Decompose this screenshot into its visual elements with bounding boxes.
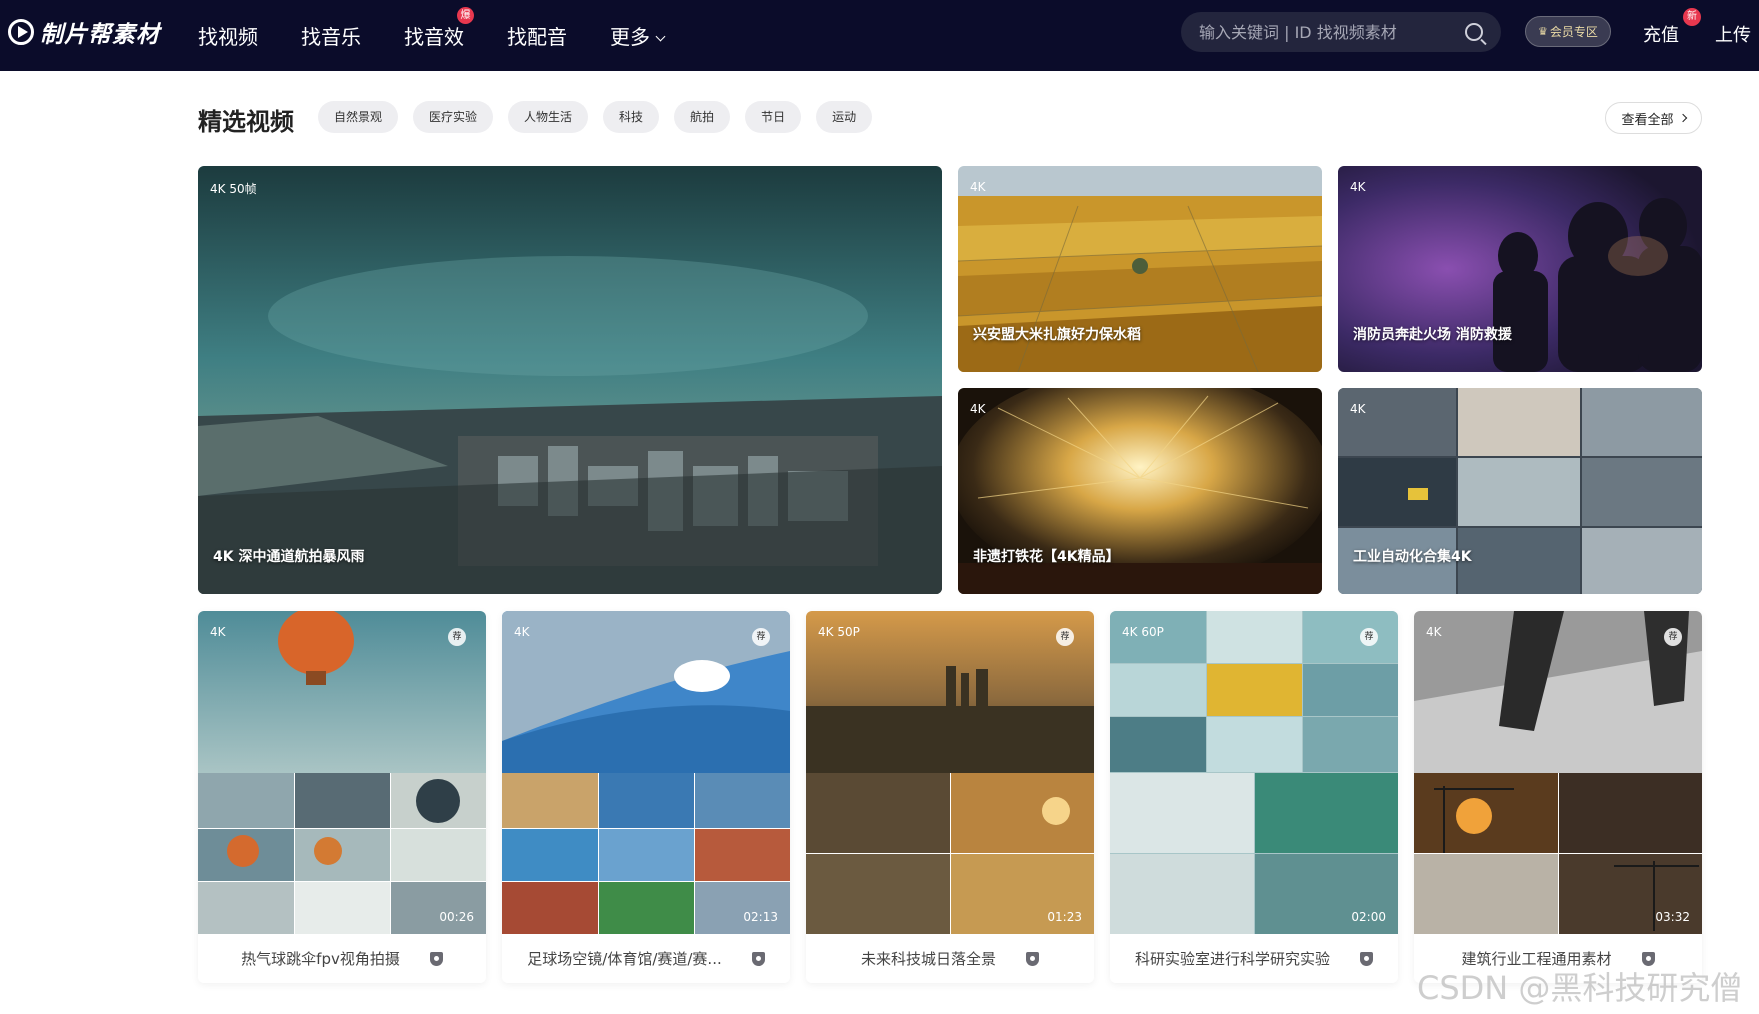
recommend-badge-icon: 荐	[448, 628, 466, 646]
nav-find-voiceover[interactable]: 找配音	[507, 21, 567, 50]
new-badge: 新	[1683, 8, 1701, 26]
video-card[interactable]: 4K 荐 00:26 热气球跳伞fpv视角拍摄	[198, 611, 486, 983]
nav-find-music[interactable]: 找音乐	[301, 21, 361, 50]
video-title: 非遗打铁花【4K精品】	[973, 549, 1120, 565]
caption-text: 科研实验室进行科学研究实验	[1134, 950, 1330, 968]
resolution-label: 4K 60P	[1122, 625, 1164, 639]
resolution-label: 4K	[970, 402, 986, 416]
nav-label: 找音效	[404, 25, 464, 49]
video-thumbnail	[806, 611, 1094, 934]
site-logo[interactable]: 制片帮素材	[8, 15, 160, 49]
top-navbar: 制片帮素材 找视频 找音乐 找音效 爆 找配音 更多 ♛ 会员专区 充值 新 上…	[0, 0, 1759, 71]
video-media: 4K 荐 00:26	[198, 611, 486, 934]
tag-nature[interactable]: 自然景观	[318, 101, 399, 133]
resolution-label: 4K	[514, 625, 530, 639]
tag-sports[interactable]: 运动	[816, 101, 873, 133]
video-card[interactable]: 4K 60P 荐 02:00 科研实验室进行科学研究实验	[1110, 611, 1398, 983]
vip-zone-button[interactable]: ♛ 会员专区	[1525, 16, 1611, 47]
nav-label: 找音乐	[301, 25, 361, 49]
video-title: 兴安盟大米扎旗好力保水稻	[973, 327, 1141, 343]
search-icon[interactable]	[1465, 23, 1483, 41]
view-all-label: 查看全部	[1621, 112, 1674, 128]
video-card[interactable]: 4K 非遗打铁花【4K精品】	[958, 388, 1322, 594]
video-thumbnail	[198, 611, 486, 934]
main-nav: 找视频 找音乐 找音效 爆 找配音 更多	[198, 0, 707, 71]
resolution-label: 4K	[1350, 402, 1366, 416]
recommend-badge-icon: 荐	[1360, 628, 1378, 646]
caption-text: 未来科技城日落全景	[860, 950, 996, 968]
section-title: 精选视频	[198, 108, 294, 136]
resolution-label: 4K	[1426, 625, 1442, 639]
video-card[interactable]: 4K 消防员奔赴火场 消防救援	[1338, 166, 1702, 372]
video-title: 消防员奔赴火场 消防救援	[1353, 327, 1512, 343]
search-input[interactable]	[1199, 22, 1465, 42]
caption-text: 热气球跳伞fpv视角拍摄	[241, 950, 400, 968]
video-card[interactable]: 4K 荐 02:13 足球场空镜/体育馆/赛道/赛...	[502, 611, 790, 983]
license-shield-icon	[429, 951, 443, 966]
video-caption: 足球场空镜/体育馆/赛道/赛...	[502, 934, 790, 983]
view-all-button[interactable]: 查看全部	[1605, 102, 1702, 134]
video-card[interactable]: 4K 50P 荐 01:23 未来科技城日落全景	[806, 611, 1094, 983]
chevron-right-icon	[1678, 113, 1687, 123]
duration-label: 02:13	[743, 910, 778, 924]
license-shield-icon	[751, 951, 765, 966]
duration-label: 03:32	[1655, 910, 1690, 924]
video-media: 4K 60P 荐 02:00	[1110, 611, 1398, 934]
play-logo-icon	[8, 19, 34, 45]
recommend-badge-icon: 荐	[752, 628, 770, 646]
video-caption: 科研实验室进行科学研究实验	[1110, 934, 1398, 983]
nav-more[interactable]: 更多	[610, 21, 666, 50]
video-thumbnail	[198, 166, 942, 594]
video-title: 工业自动化合集4K	[1353, 549, 1472, 565]
caption-text: 足球场空镜/体育馆/赛道/赛...	[527, 950, 722, 968]
video-media: 4K 荐 02:13	[502, 611, 790, 934]
watermark: CSDN @黑科技研究僧	[1417, 969, 1743, 1007]
video-media: 4K 50P 荐 01:23	[806, 611, 1094, 934]
tag-festival[interactable]: 节日	[745, 101, 802, 133]
logo-text: 制片帮素材	[40, 22, 160, 48]
search-bar	[1181, 12, 1501, 52]
nav-find-video[interactable]: 找视频	[198, 21, 258, 50]
video-thumbnail	[1110, 611, 1398, 934]
resolution-label: 4K	[210, 625, 226, 639]
nav-label: 更多	[610, 25, 650, 49]
license-shield-icon	[1360, 951, 1373, 966]
recharge-button[interactable]: 充值 新	[1643, 8, 1701, 47]
tag-people-life[interactable]: 人物生活	[508, 101, 589, 133]
vip-label: 会员专区	[1549, 25, 1598, 39]
video-thumbnail	[502, 611, 790, 934]
recommend-badge-icon: 荐	[1664, 628, 1682, 646]
video-card[interactable]: 4K 荐 03:32 建筑行业工程通用素材	[1414, 611, 1702, 983]
video-caption: 热气球跳伞fpv视角拍摄	[198, 934, 486, 983]
crown-icon: ♛	[1538, 25, 1548, 38]
tag-technology[interactable]: 科技	[603, 101, 660, 133]
video-card[interactable]: 4K 兴安盟大米扎旗好力保水稻	[958, 166, 1322, 372]
duration-label: 00:26	[439, 910, 474, 924]
recommend-badge-icon: 荐	[1056, 628, 1074, 646]
duration-label: 01:23	[1047, 910, 1082, 924]
video-media: 4K 荐 03:32	[1414, 611, 1702, 934]
resolution-label: 4K	[1350, 180, 1366, 194]
upload-button[interactable]: 上传	[1715, 21, 1751, 47]
nav-label: 找配音	[507, 25, 567, 49]
hot-badge: 爆	[457, 7, 474, 24]
video-thumbnail	[1414, 611, 1702, 934]
license-shield-icon	[1026, 951, 1039, 966]
chevron-down-icon	[655, 31, 666, 42]
resolution-label: 4K	[970, 180, 986, 194]
video-title: 4K 深中通道航拍暴风雨	[213, 549, 365, 565]
video-card[interactable]: 4K 50帧 4K 深中通道航拍暴风雨	[198, 166, 942, 594]
tag-medical-lab[interactable]: 医疗实验	[413, 101, 494, 133]
resolution-label: 4K 50P	[818, 625, 860, 639]
nav-label: 找视频	[198, 25, 258, 49]
category-tags: 自然景观 医疗实验 人物生活 科技 航拍 节日 运动	[318, 101, 887, 133]
video-card[interactable]: 4K 工业自动化合集4K	[1338, 388, 1702, 594]
resolution-label: 4K 50帧	[210, 182, 257, 196]
nav-find-sound-effects[interactable]: 找音效 爆	[404, 7, 474, 50]
duration-label: 02:00	[1351, 910, 1386, 924]
tag-aerial[interactable]: 航拍	[674, 101, 731, 133]
recharge-label: 充值	[1643, 25, 1679, 46]
video-caption: 未来科技城日落全景	[806, 934, 1094, 983]
